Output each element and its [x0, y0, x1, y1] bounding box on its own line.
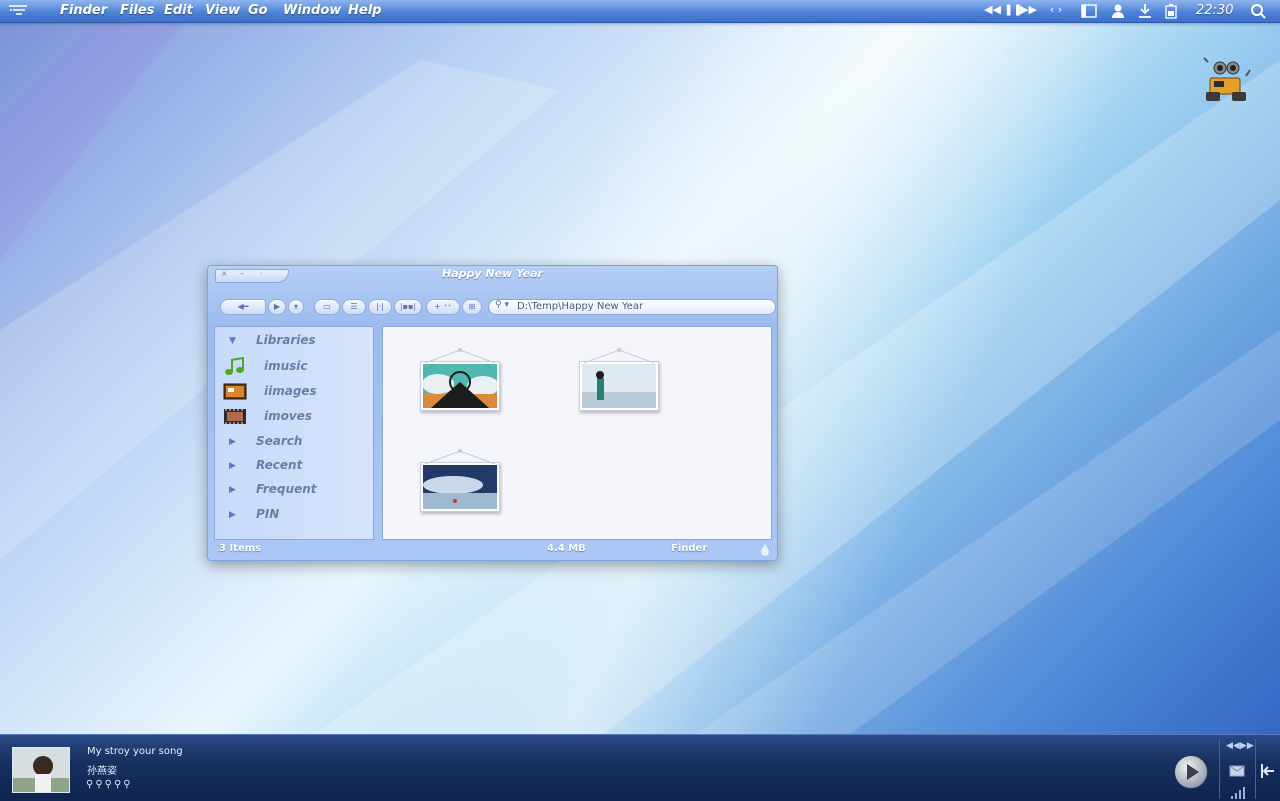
system-menu-icon[interactable]	[8, 4, 28, 18]
column-view-button[interactable]: |·|	[368, 299, 392, 315]
path-text[interactable]: D:\Temp\Happy New Year	[517, 301, 643, 312]
menu-bar: Finder Files Edit View Go Window Help ◀◀…	[0, 0, 1280, 23]
sidebar-item-search[interactable]: ▶ Search	[215, 432, 373, 452]
collapsed-triangle-icon[interactable]: ▶	[229, 510, 236, 520]
song-title: My stroy your song	[87, 746, 183, 757]
path-bar[interactable]: ⚲ ▾ D:\Temp\Happy New Year	[488, 299, 776, 315]
sidebar-item-recent[interactable]: ▶ Recent	[215, 456, 373, 476]
search-icon[interactable]: ⚲ ▾	[495, 300, 509, 310]
user-icon[interactable]	[1110, 3, 1126, 19]
status-app-name: Finder	[671, 543, 708, 554]
menu-go[interactable]: Go	[248, 3, 268, 18]
toolbar: ◀━ ▶ ▾ ▭ ☰ |·| |▪▪| + ⁺⁺ ⊞ ⚲ ▾ D:\Temp\H…	[218, 296, 776, 318]
window-icon[interactable]	[1080, 3, 1098, 19]
sidebar-libraries-label: Libraries	[256, 333, 316, 347]
divider	[1255, 739, 1256, 799]
download-icon[interactable]	[1137, 3, 1153, 19]
previous-track-icon[interactable]: ◀◀	[1226, 741, 1240, 751]
artist-name: 孙燕姿	[87, 766, 117, 777]
hanger-icon	[424, 348, 496, 364]
battery-icon[interactable]	[1163, 3, 1179, 19]
next-track-icon[interactable]: ▶▶	[1240, 741, 1254, 751]
code-brackets-icon[interactable]: ‹ ›	[1046, 3, 1066, 19]
expanded-triangle-icon[interactable]: ▼	[229, 336, 236, 346]
sidebar-item-label: PIN	[256, 507, 280, 521]
sidebar-item-frequent[interactable]: ▶ Frequent	[215, 480, 373, 500]
previous-track-icon[interactable]: ◀◀	[984, 3, 1001, 19]
window-title: Happy New Year	[442, 267, 543, 280]
forward-button[interactable]: ▶	[268, 299, 286, 315]
collapsed-triangle-icon[interactable]: ▶	[229, 461, 236, 471]
collapsed-triangle-icon[interactable]: ▶	[229, 437, 236, 447]
list-view-button[interactable]: ☰	[342, 299, 366, 315]
photo-thumbnail[interactable]	[420, 449, 500, 512]
robot-widget-icon[interactable]	[1202, 56, 1252, 102]
total-size: 4.4 MB	[547, 543, 586, 554]
icon-view-button[interactable]: ▭	[314, 299, 340, 315]
play-button[interactable]	[1174, 755, 1208, 789]
back-button[interactable]: ◀━	[220, 299, 266, 315]
music-note-icon	[225, 357, 244, 375]
film-strip-icon	[224, 409, 246, 424]
collapse-arrow-icon[interactable]	[1260, 763, 1276, 779]
sidebar-item-imusic[interactable]: imusic	[215, 357, 373, 377]
sidebar-item-pin[interactable]: ▶ PIN	[215, 505, 373, 525]
item-count: 3 Items	[219, 543, 262, 554]
status-bar: 3 Items 4.4 MB Finder	[208, 542, 777, 558]
sidebar-item-label: Search	[256, 434, 303, 448]
dropdown-button[interactable]: ▾	[288, 299, 304, 315]
clock[interactable]: 22:30	[1196, 3, 1233, 18]
sidebar-item-label: Frequent	[256, 482, 317, 496]
signal-bars-icon	[1231, 787, 1245, 799]
sidebar-item-iimages[interactable]: iimages	[215, 382, 373, 402]
sidebar-item-label: imusic	[264, 359, 308, 373]
menu-edit[interactable]: Edit	[164, 3, 193, 18]
photo-image	[423, 465, 497, 509]
file-grid[interactable]	[382, 326, 772, 540]
zoom-controls[interactable]: ⚲⚲⚲⚲⚲	[86, 779, 133, 790]
menu-help[interactable]: Help	[348, 3, 381, 18]
sidebar-libraries[interactable]: ▼ Libraries	[215, 331, 373, 351]
finder-window[interactable]: × – · Happy New Year ◀━ ▶ ▾ ▭ ☰ |·| |▪▪|…	[207, 265, 778, 561]
menu-finder[interactable]: Finder	[60, 3, 107, 18]
resize-drop-icon[interactable]	[761, 544, 769, 556]
menu-files[interactable]: Files	[120, 3, 154, 18]
album-art-image	[13, 748, 69, 792]
sidebar-item-label: imoves	[264, 409, 312, 423]
coverflow-view-button[interactable]: |▪▪|	[394, 299, 422, 315]
photo-thumbnail[interactable]	[420, 348, 500, 411]
music-player: My stroy your song 孙燕姿 ⚲⚲⚲⚲⚲ ◀◀ ▶▶	[0, 734, 1280, 801]
photo-image	[423, 364, 497, 408]
add-folder-button[interactable]: + ⁺⁺	[426, 299, 460, 315]
sidebar-item-imoves[interactable]: imoves	[215, 407, 373, 427]
photo-image	[582, 364, 656, 408]
action-button[interactable]: ⊞	[462, 299, 482, 315]
hanger-icon	[583, 348, 655, 364]
collapsed-triangle-icon[interactable]: ▶	[229, 485, 236, 495]
menu-window[interactable]: Window	[283, 3, 341, 18]
image-folder-icon	[223, 383, 247, 400]
sidebar-item-label: Recent	[256, 458, 303, 472]
photo-thumbnail[interactable]	[579, 348, 659, 411]
next-track-icon[interactable]: ▶▶	[1020, 3, 1037, 19]
sidebar: ▼ Libraries imusic iimages imoves ▶ Sear…	[214, 326, 374, 540]
sidebar-item-label: iimages	[264, 384, 317, 398]
search-icon[interactable]	[1250, 3, 1266, 19]
album-cover[interactable]	[12, 747, 70, 793]
menu-view[interactable]: View	[205, 3, 240, 18]
pause-icon[interactable]: ❚❚	[1004, 3, 1022, 19]
divider	[1219, 739, 1220, 799]
hanger-icon	[424, 449, 496, 465]
mail-icon[interactable]	[1229, 763, 1245, 777]
